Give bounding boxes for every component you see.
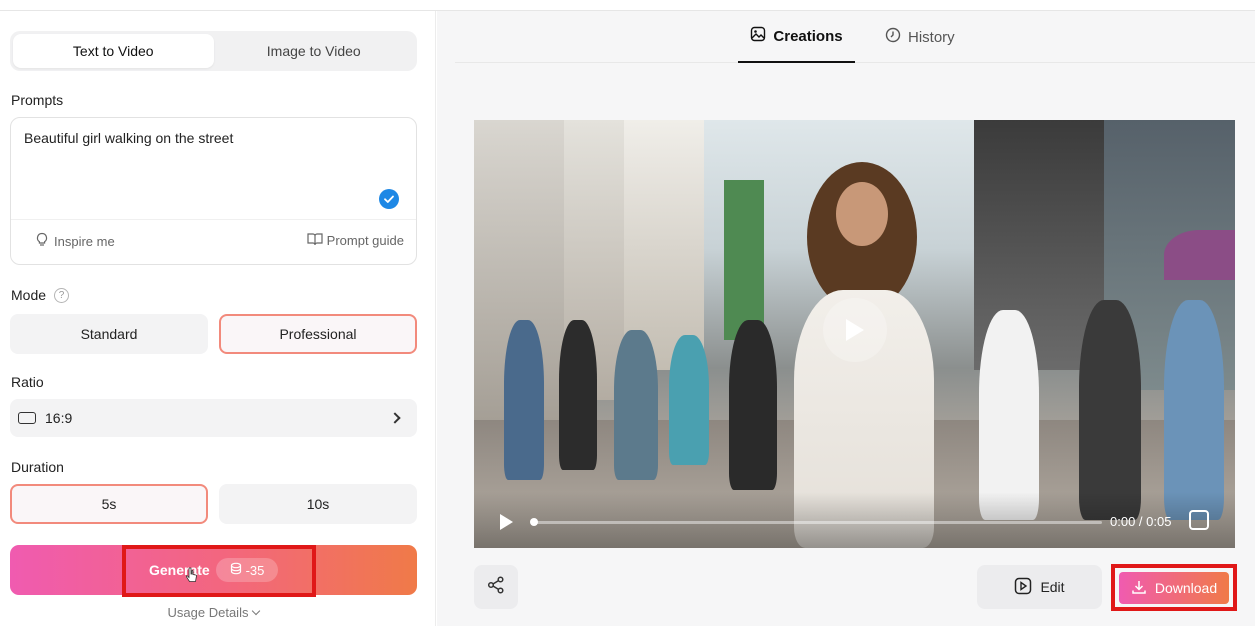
video-player[interactable]: 0:00 / 0:05: [474, 120, 1235, 548]
duration-label: Duration: [11, 459, 64, 475]
crowd-person: [1079, 300, 1141, 520]
image-icon: [750, 26, 766, 46]
check-icon: [379, 189, 399, 209]
mode-standard-button[interactable]: Standard: [10, 314, 208, 354]
ratio-label-text: Ratio: [11, 374, 44, 390]
mode-label-text: Mode: [11, 287, 47, 303]
subject-face: [836, 182, 888, 246]
right-panel: Creations History 0:00 / 0:05 Edit Downl…: [437, 11, 1255, 626]
fullscreen-icon[interactable]: [1189, 510, 1209, 530]
crowd-person: [1164, 300, 1224, 520]
green-sign: [724, 180, 764, 340]
lightbulb-icon: [35, 232, 49, 250]
share-icon: [487, 575, 505, 599]
edit-button[interactable]: Edit: [977, 565, 1102, 609]
tab-history[interactable]: History: [885, 11, 955, 63]
download-icon: [1131, 579, 1147, 598]
aspect-ratio-icon: [18, 412, 36, 424]
usage-details-label: Usage Details: [167, 605, 249, 620]
prompt-guide-label: Prompt guide: [326, 233, 404, 248]
prompts-label: Prompts: [11, 92, 63, 108]
duration-5s-button[interactable]: 5s: [10, 484, 208, 524]
left-panel: Text to Video Image to Video Prompts Bea…: [0, 11, 436, 626]
download-button[interactable]: Download: [1119, 572, 1229, 604]
credit-cost-badge: -35: [216, 558, 278, 582]
tab-image-to-video[interactable]: Image to Video: [214, 34, 415, 68]
mode-tab-switcher: Text to Video Image to Video: [10, 31, 417, 71]
video-time: 0:00 / 0:05: [1110, 514, 1172, 529]
share-button[interactable]: [474, 565, 518, 609]
play-overlay-button[interactable]: [823, 298, 887, 362]
inspire-me-button[interactable]: Inspire me: [35, 232, 115, 250]
prompt-text[interactable]: Beautiful girl walking on the street: [24, 130, 233, 146]
awning: [1164, 230, 1235, 280]
video-controls: 0:00 / 0:05: [474, 492, 1235, 548]
pointer-cursor-icon: [185, 567, 198, 583]
seek-knob[interactable]: [530, 518, 538, 526]
tab-history-label: History: [908, 28, 955, 46]
crowd-person: [559, 320, 597, 470]
clock-icon: [885, 27, 901, 47]
book-icon: [307, 232, 323, 249]
play-icon[interactable]: [500, 514, 513, 530]
crowd-person: [614, 330, 658, 480]
duration-label-text: Duration: [11, 459, 64, 475]
mode-label: Mode ?: [11, 287, 70, 303]
generate-label: Generate: [149, 562, 210, 578]
duration-10s-button[interactable]: 10s: [219, 484, 417, 524]
prompt-divider: [11, 219, 416, 220]
tab-creations-label: Creations: [773, 27, 843, 45]
generate-button[interactable]: Generate -35: [10, 545, 417, 597]
edit-label: Edit: [1040, 579, 1065, 595]
crowd-person: [979, 310, 1039, 520]
ratio-label: Ratio: [11, 374, 44, 390]
tab-creations[interactable]: Creations: [738, 11, 855, 63]
seek-bar[interactable]: [532, 521, 1102, 524]
crowd-person: [669, 335, 709, 465]
ratio-value: 16:9: [45, 410, 73, 426]
ratio-selector[interactable]: 16:9: [10, 399, 417, 437]
prompt-textarea[interactable]: Beautiful girl walking on the street Ins…: [10, 117, 417, 265]
prompt-guide-button[interactable]: Prompt guide: [307, 232, 404, 249]
download-highlight-box: Download: [1111, 564, 1237, 611]
mode-professional-button[interactable]: Professional: [219, 314, 417, 354]
chevron-down-icon: [252, 606, 261, 616]
usage-details-link[interactable]: Usage Details: [0, 605, 427, 620]
tab-text-to-video[interactable]: Text to Video: [13, 34, 214, 68]
chevron-right-icon: [389, 412, 401, 424]
help-icon[interactable]: ?: [54, 287, 70, 303]
mode-selector: Standard Professional: [10, 314, 417, 354]
coin-icon: [230, 562, 242, 579]
credit-cost-value: -35: [245, 562, 265, 578]
prompts-label-text: Prompts: [11, 92, 64, 108]
crowd-person: [504, 320, 544, 480]
inspire-me-label: Inspire me: [54, 233, 115, 249]
crowd-person: [729, 320, 777, 490]
download-label: Download: [1154, 580, 1218, 596]
video-edit-icon: [1014, 577, 1032, 598]
duration-selector: 5s 10s: [10, 484, 417, 524]
top-border: [0, 0, 1255, 11]
results-tabs: Creations History: [455, 11, 1255, 63]
